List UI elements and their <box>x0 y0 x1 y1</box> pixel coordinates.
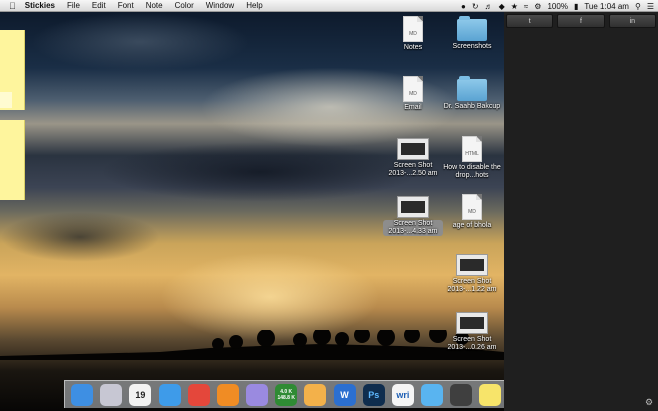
menu-file[interactable]: File <box>67 1 80 10</box>
notification-center-icon[interactable]: ☰ <box>647 2 654 11</box>
share-buttons: t f in <box>504 14 658 28</box>
desktop-icon-label: Notes <box>403 44 423 51</box>
desktop-icon-label: Screen Shot 2013-...0.26 am <box>447 336 497 351</box>
dropbox-icon[interactable]: ◆ <box>499 2 505 11</box>
facebook-icon: f <box>580 17 582 25</box>
tree-silhouette <box>0 330 504 360</box>
desktop-icon-screenshots[interactable]: Screenshots <box>442 16 502 51</box>
battery-icon[interactable]: ▮ <box>574 2 578 11</box>
linkedin-share-button[interactable]: in <box>608 14 656 28</box>
photoshop-icon-letters: Ps <box>368 390 380 400</box>
app-menu-stickies[interactable]: Stickies <box>25 1 55 10</box>
stickies-icon[interactable] <box>479 384 502 406</box>
desktop-icon-email[interactable]: MD Email <box>383 76 443 112</box>
twitter-icon: t <box>528 17 531 25</box>
notification-settings-gear-icon[interactable]: ⚙ <box>643 397 655 407</box>
volume-icon[interactable]: ♬ <box>485 2 493 11</box>
desktop-icon-how-to-disable[interactable]: HTML How to disable the drop...hots <box>442 136 502 180</box>
menu-window[interactable]: Window <box>206 1 234 10</box>
desktop-icon-label: Screen Shot 2013-...1.22 am <box>447 278 497 293</box>
messages-icon[interactable] <box>421 384 444 406</box>
document-icon: MD <box>462 194 482 220</box>
clock[interactable]: Tue 1:04 am <box>584 2 629 11</box>
document-icon: MD <box>403 76 423 102</box>
desktop-icon-screen-shot[interactable]: Screen Shot 2013-...0.26 am <box>442 310 502 352</box>
photoshop-icon[interactable]: Ps <box>362 384 385 406</box>
menu-note[interactable]: Note <box>146 1 163 10</box>
menu-font[interactable]: Font <box>118 1 134 10</box>
screenshot-thumbnail-icon <box>456 312 488 334</box>
menu-help[interactable]: Help <box>246 1 262 10</box>
notification-center-sidebar: t f in ⚙ <box>504 12 658 411</box>
desktop-icon-label: Screen Shot 2013-...2.50 am <box>388 162 438 177</box>
document-icon: HTML <box>462 136 482 162</box>
ibooks-icon[interactable] <box>216 384 239 406</box>
safari-icon[interactable] <box>158 384 181 406</box>
desktop-icon-label: How to disable the drop...hots <box>443 164 501 179</box>
desktop[interactable]: MD Notes Screenshots MD Email Dr. Saahb … <box>0 12 504 411</box>
desktop-icon-label: Screenshots <box>452 43 492 50</box>
evernote-icon[interactable]: ★ <box>511 2 518 11</box>
finder-icon[interactable] <box>71 384 93 406</box>
spotlight-icon[interactable]: ⚲ <box>635 2 641 11</box>
desktop-icon-label: Dr. Saahb Bakcup <box>443 103 501 110</box>
status-area: ● ↻ ♬ ◆ ★ ≈ ⚙ 100% ▮ Tue 1:04 am ⚲ ☰ <box>455 0 654 12</box>
linkedin-icon: in <box>629 17 636 25</box>
desktop-icon-screen-shot[interactable]: Screen Shot 2013-...2.50 am <box>383 136 443 178</box>
desktop-icon-notes[interactable]: MD Notes <box>383 16 443 52</box>
chrome-icon[interactable] <box>187 384 210 406</box>
calendar-icon[interactable]: 19 <box>129 384 152 406</box>
folder-icon <box>457 76 487 101</box>
network-speed-readout: 4.0 K 148.8 K <box>277 389 295 401</box>
sticky-note-resize-handle[interactable] <box>0 92 12 108</box>
menu-color[interactable]: Color <box>175 1 194 10</box>
menu-edit[interactable]: Edit <box>92 1 106 10</box>
twitter-share-button[interactable]: t <box>506 14 554 28</box>
pages-icon[interactable] <box>304 384 327 406</box>
apple-menu-icon[interactable]:  <box>9 1 16 11</box>
writer-icon[interactable]: wri <box>391 384 414 406</box>
desktop-icon-label: Screen Shot 2013-...4.33 am <box>383 220 443 236</box>
input-icon[interactable]: ⚙ <box>534 2 541 11</box>
grapher-icon[interactable] <box>450 384 473 406</box>
network-speed-icon[interactable]: 4.0 K 148.8 K <box>275 384 298 406</box>
screenshot-thumbnail-icon <box>397 138 429 160</box>
word-icon-letter: W <box>340 390 349 400</box>
sticky-note[interactable] <box>0 30 25 110</box>
desktop-icon-age-of-bhola[interactable]: MD age of bhola <box>442 194 502 230</box>
wifi-icon[interactable]: ≈ <box>524 2 528 11</box>
menu-bar:  Stickies File Edit Font Note Color Win… <box>0 0 658 12</box>
desktop-icon-label: Email <box>404 104 422 111</box>
calendar-date: 19 <box>135 390 146 400</box>
launchpad-icon[interactable] <box>100 384 123 406</box>
sticky-note[interactable] <box>0 120 25 200</box>
writer-icon-letters: wri <box>396 390 410 400</box>
word-icon[interactable]: W <box>333 384 356 406</box>
desktop-icon-screen-shot-selected[interactable]: Screen Shot 2013-...4.33 am <box>383 194 443 236</box>
desktop-icon-screen-shot[interactable]: Screen Shot 2013-...1.22 am <box>442 252 502 294</box>
facebook-share-button[interactable]: f <box>557 14 605 28</box>
document-icon: MD <box>403 16 423 42</box>
folder-icon <box>457 16 487 41</box>
sync-icon[interactable]: ↻ <box>472 2 479 11</box>
screenshot-thumbnail-icon <box>456 254 488 276</box>
skype-icon[interactable]: ● <box>461 2 466 11</box>
desktop-icon-dr-saahb-bakcup[interactable]: Dr. Saahb Bakcup <box>442 76 502 111</box>
screenshot-thumbnail-icon <box>397 196 429 218</box>
battery-percentage[interactable]: 100% <box>547 2 567 11</box>
desktop-icon-label: age of bhola <box>452 222 492 229</box>
preview-icon[interactable] <box>246 384 269 406</box>
